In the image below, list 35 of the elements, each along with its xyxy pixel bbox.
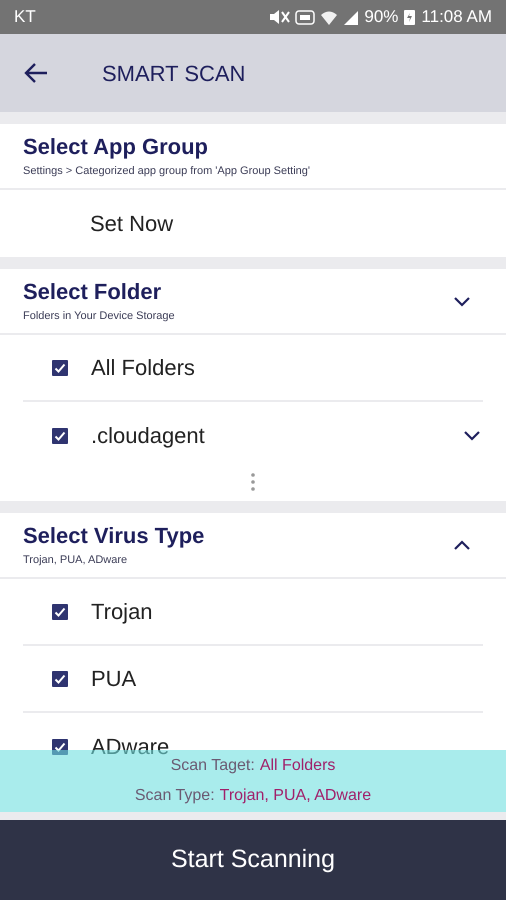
hd-icon [295,8,316,26]
section-title: Select Folder [23,278,162,306]
folder-label: All Folders [91,354,195,382]
mute-icon [269,8,290,26]
summary-value: Trojan, PUA, ADware [220,787,372,805]
signal-icon [343,8,360,26]
chevron-down-icon[interactable] [463,429,481,442]
folder-label: .cloudagent [91,422,205,450]
virus-type-label: ADware [91,733,170,761]
section-subtitle: Folders in Your Device Storage [23,309,175,324]
checkbox[interactable] [52,428,68,444]
checkbox[interactable] [52,604,68,620]
checkbox[interactable] [52,738,68,754]
battery-percent: 90% [364,6,398,28]
back-arrow-icon [23,61,49,85]
section-title: Select App Group [23,133,209,161]
checkbox[interactable] [52,360,68,376]
start-scanning-button[interactable]: Start Scanning [0,820,506,900]
checkbox[interactable] [52,670,68,686]
carrier-name: KT [14,6,36,28]
chevron-up-icon[interactable] [453,538,471,552]
chevron-down-icon[interactable] [453,294,471,308]
wifi-icon [320,8,338,26]
screen-title: SMART SCAN [102,60,246,88]
set-now-button[interactable]: Set Now [90,207,174,240]
summary-label: Scan Type: [134,787,215,805]
summary-value: All Folders [260,757,336,775]
section-subtitle: Trojan, PUA, ADware [23,553,128,568]
clock-time: 11:08 AM [421,6,492,28]
section-title: Select Virus Type [23,522,204,550]
virus-type-label: Trojan [91,598,153,626]
battery-icon [403,8,416,26]
section-subtitle: Settings > Categorized app group from 'App Group Setting' [23,164,310,179]
summary-label: Scan Taget: [170,757,255,775]
virus-type-label: PUA [91,665,136,693]
